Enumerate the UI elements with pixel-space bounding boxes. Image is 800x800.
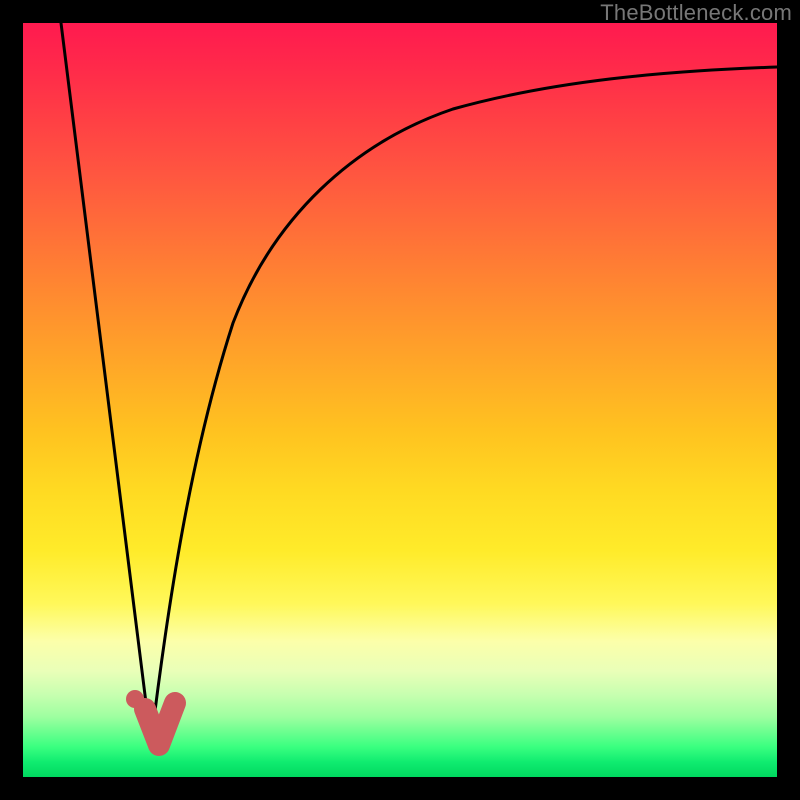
chart-frame: [23, 23, 777, 777]
marker-check-icon: [145, 703, 175, 745]
chart-svg: [23, 23, 777, 777]
curve-right-branch: [151, 67, 777, 743]
curve-left-branch: [61, 23, 151, 743]
